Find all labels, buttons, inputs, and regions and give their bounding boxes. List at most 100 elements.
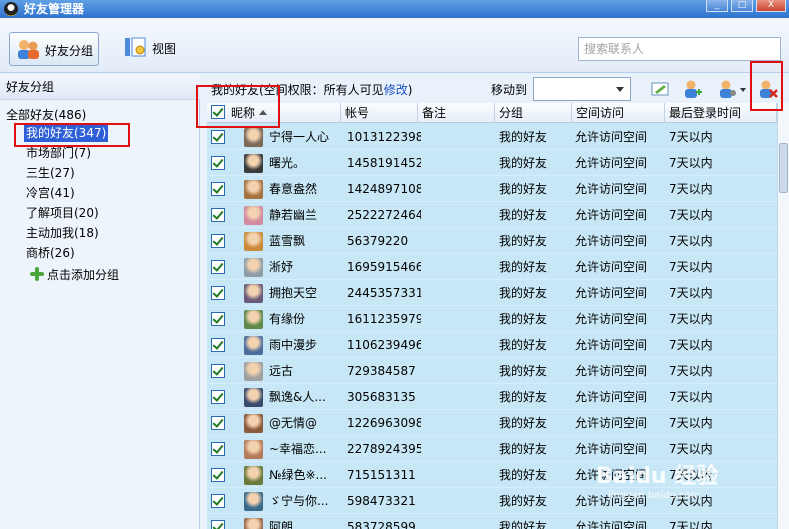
all-friends-item[interactable]: 全部好友(486) — [6, 106, 86, 123]
table-row[interactable]: 春意盎然 1424897108 我的好友 允许访问空间 7天以内 — [207, 176, 777, 202]
edit-note-icon[interactable] — [649, 78, 671, 100]
last-login-cell: 7天以内 — [669, 208, 713, 222]
column-group[interactable]: 分组 — [495, 103, 572, 123]
add-group-button[interactable]: 点击添加分组 — [30, 266, 119, 284]
sidebar-item-added-me[interactable]: 主动加我(18) — [26, 224, 99, 242]
note-cell — [422, 254, 496, 280]
table-row[interactable]: 雨中漫步 1106239496 我的好友 允许访问空间 7天以内 — [207, 332, 777, 358]
table-row[interactable]: 远古 729384587 我的好友 允许访问空间 7天以内 — [207, 358, 777, 384]
nickname-cell: 有缘份 — [269, 312, 306, 326]
note-cell — [422, 176, 496, 202]
table-row[interactable]: 飘逸&人... 305683135 我的好友 允许访问空间 7天以内 — [207, 384, 777, 410]
table-row[interactable]: 有缘份 1611235979 我的好友 允许访问空间 7天以内 — [207, 306, 777, 332]
avatar — [244, 466, 263, 485]
space-access-cell: 允许访问空间 — [575, 390, 648, 404]
row-checkbox[interactable] — [211, 234, 225, 248]
column-nickname[interactable]: 昵称 — [207, 103, 341, 123]
account-cell: 598473321 — [347, 494, 416, 508]
scrollbar[interactable] — [777, 103, 789, 529]
account-cell: 2522272464 — [347, 208, 421, 222]
sidebar-item-market[interactable]: 市场部门(7) — [26, 144, 91, 162]
move-to-label: 移动到 — [491, 83, 528, 97]
view-button[interactable]: 视图 — [123, 35, 193, 61]
move-to-select[interactable] — [533, 77, 631, 101]
row-checkbox[interactable] — [211, 130, 225, 144]
sidebar-item-lenggong[interactable]: 冷宫(41) — [26, 184, 75, 202]
permission-suffix: ) — [407, 83, 413, 97]
row-checkbox[interactable] — [211, 364, 225, 378]
note-cell — [422, 514, 496, 529]
account-cell: 1226963098 — [347, 416, 421, 430]
note-cell — [422, 384, 496, 410]
sidebar-item-sansheng[interactable]: 三生(27) — [26, 164, 75, 182]
maximize-button[interactable]: □ — [731, 0, 753, 12]
table-row[interactable]: 阿朗 583728599 我的好友 允许访问空间 7天以内 — [207, 514, 777, 529]
table-row[interactable]: 蓝雪飘 56379220 我的好友 允许访问空间 7天以内 — [207, 228, 777, 254]
friend-options-icon[interactable] — [717, 78, 747, 100]
column-note[interactable]: 备注 — [418, 103, 495, 123]
modify-permission-link[interactable]: 修改 — [384, 83, 408, 97]
last-login-cell: 7天以内 — [669, 390, 713, 404]
view-icon — [125, 37, 146, 57]
minimize-button[interactable]: _ — [706, 0, 728, 12]
avatar — [244, 310, 263, 329]
title-bar: 好友管理器 _ □ X — [0, 0, 789, 18]
sidebar-item-project[interactable]: 了解项目(20) — [26, 204, 99, 222]
avatar — [244, 440, 263, 459]
table-row[interactable]: 淅妤 1695915466 我的好友 允许访问空间 7天以内 — [207, 254, 777, 280]
last-login-cell: 7天以内 — [669, 520, 713, 529]
table-row[interactable]: 拥抱天空 2445357331 我的好友 允许访问空间 7天以内 — [207, 280, 777, 306]
avatar — [244, 414, 263, 433]
note-cell — [422, 488, 496, 514]
nickname-cell: @无情@ — [269, 416, 318, 430]
space-access-cell: 允许访问空间 — [575, 260, 648, 274]
column-account[interactable]: 帐号 — [341, 103, 418, 123]
account-cell: 2445357331 — [347, 286, 421, 300]
note-cell — [422, 410, 496, 436]
row-checkbox[interactable] — [211, 494, 225, 508]
group-cell: 我的好友 — [499, 416, 548, 430]
nickname-cell: 淅妤 — [269, 260, 294, 274]
row-checkbox[interactable] — [211, 520, 225, 529]
row-checkbox[interactable] — [211, 468, 225, 482]
row-checkbox[interactable] — [211, 338, 225, 352]
table-row[interactable]: 曙光。 1458191452 我的好友 允许访问空间 7天以内 — [207, 150, 777, 176]
search-input[interactable]: 搜索联系人 — [578, 37, 781, 61]
column-space-access[interactable]: 空间访问 — [572, 103, 665, 123]
nickname-cell: 阿朗 — [269, 520, 294, 529]
avatar — [244, 518, 263, 529]
table-row[interactable]: 宁得一人心 1013122398 我的好友 允许访问空间 7天以内 — [207, 124, 777, 150]
row-checkbox[interactable] — [211, 208, 225, 222]
avatar — [244, 388, 263, 407]
avatar — [244, 154, 263, 173]
group-cell: 我的好友 — [499, 364, 548, 378]
column-last-login[interactable]: 最后登录时间 — [665, 103, 777, 123]
row-checkbox[interactable] — [211, 182, 225, 196]
account-cell: 2278924395 — [347, 442, 421, 456]
nickname-cell: 拥抱天空 — [269, 286, 318, 300]
add-friend-icon[interactable] — [681, 78, 703, 100]
row-checkbox[interactable] — [211, 286, 225, 300]
friend-group-button[interactable]: 好友分组 — [9, 32, 99, 66]
table-row[interactable]: @无情@ 1226963098 我的好友 允许访问空间 7天以内 — [207, 410, 777, 436]
select-all-checkbox[interactable] — [211, 105, 225, 119]
row-checkbox[interactable] — [211, 390, 225, 404]
group-cell: 我的好友 — [499, 390, 548, 404]
watermark-brand: Baidu 经验 — [596, 464, 719, 489]
scrollbar-thumb[interactable] — [779, 143, 788, 193]
space-access-cell: 允许访问空间 — [575, 156, 648, 170]
sidebar-item-my-friends[interactable]: 我的好友(347) — [24, 124, 109, 142]
avatar — [244, 180, 263, 199]
avatar — [244, 258, 263, 277]
nickname-cell: №绿色※... — [269, 468, 327, 482]
row-checkbox[interactable] — [211, 416, 225, 430]
row-checkbox[interactable] — [211, 312, 225, 326]
row-checkbox[interactable] — [211, 156, 225, 170]
table-row[interactable]: 静若幽兰 2522272464 我的好友 允许访问空间 7天以内 — [207, 202, 777, 228]
close-button[interactable]: X — [756, 0, 786, 12]
sidebar-item-shangqiao[interactable]: 商桥(26) — [26, 244, 75, 262]
row-checkbox[interactable] — [211, 260, 225, 274]
delete-friend-icon[interactable] — [757, 78, 779, 100]
row-checkbox[interactable] — [211, 442, 225, 456]
account-cell: 715151311 — [347, 468, 416, 482]
